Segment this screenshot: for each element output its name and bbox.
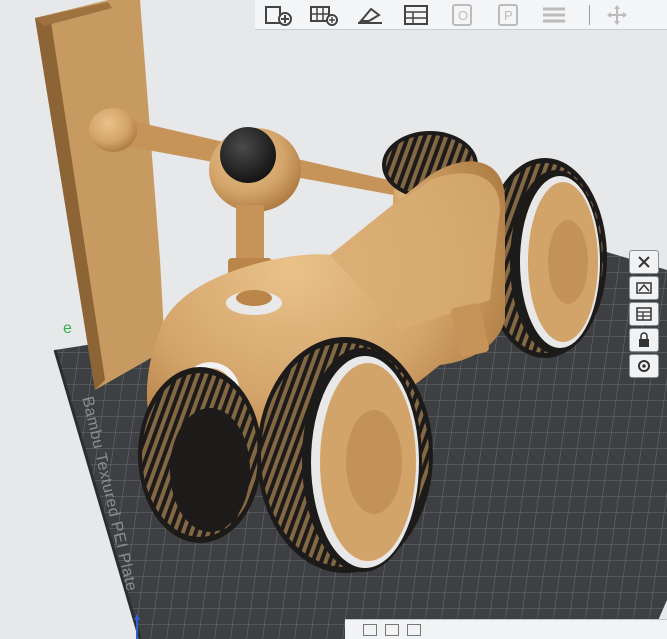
split-parts-icon: P bbox=[498, 3, 518, 26]
add-plate-button[interactable] bbox=[305, 2, 343, 28]
split-objects-icon: O bbox=[452, 3, 472, 26]
wipe-tower bbox=[35, 0, 165, 390]
plate-tools bbox=[629, 250, 667, 380]
top-toolbar: O P bbox=[255, 0, 667, 30]
lock-plate-button[interactable] bbox=[629, 328, 659, 352]
auto-orient-icon bbox=[358, 7, 382, 24]
arrange-plate-button[interactable] bbox=[629, 302, 659, 326]
3d-viewport[interactable]: e bbox=[0, 0, 667, 639]
black-knob bbox=[220, 127, 276, 183]
toolbar-separator bbox=[589, 4, 590, 25]
front-left-wheel bbox=[138, 367, 262, 543]
close-plate-icon bbox=[638, 256, 650, 268]
layers-button[interactable] bbox=[535, 2, 573, 28]
move-gizmo-icon bbox=[607, 4, 627, 25]
arrange-plate-icon bbox=[636, 307, 652, 321]
plate-select-icon[interactable] bbox=[363, 623, 377, 636]
close-plate-button[interactable] bbox=[629, 250, 659, 274]
add-plate-icon bbox=[310, 5, 338, 26]
svg-text:P: P bbox=[504, 8, 513, 23]
auto-orient-button[interactable] bbox=[351, 2, 389, 28]
orient-plate-icon bbox=[636, 282, 652, 294]
settings-plate-icon bbox=[638, 360, 650, 372]
arrange-button[interactable] bbox=[397, 2, 435, 28]
split-parts-button[interactable]: P bbox=[489, 2, 527, 28]
plate-edge-mark: e bbox=[63, 320, 72, 337]
add-part-button[interactable] bbox=[259, 2, 297, 28]
layers-icon bbox=[543, 7, 565, 22]
orient-plate-button[interactable] bbox=[629, 276, 659, 300]
axis-indicator bbox=[134, 614, 140, 639]
move-gizmo-button[interactable] bbox=[598, 2, 636, 28]
split-objects-button[interactable]: O bbox=[443, 2, 481, 28]
plate-slice-icon[interactable] bbox=[407, 623, 421, 636]
svg-text:O: O bbox=[458, 8, 468, 23]
bottom-plate-bar bbox=[345, 619, 667, 639]
front-right-wheel bbox=[257, 337, 433, 573]
plate-view-icon[interactable] bbox=[385, 623, 399, 636]
lock-plate-icon bbox=[639, 332, 649, 347]
arrange-icon bbox=[404, 4, 428, 25]
settings-plate-button[interactable] bbox=[629, 354, 659, 378]
add-part-icon bbox=[265, 5, 292, 26]
